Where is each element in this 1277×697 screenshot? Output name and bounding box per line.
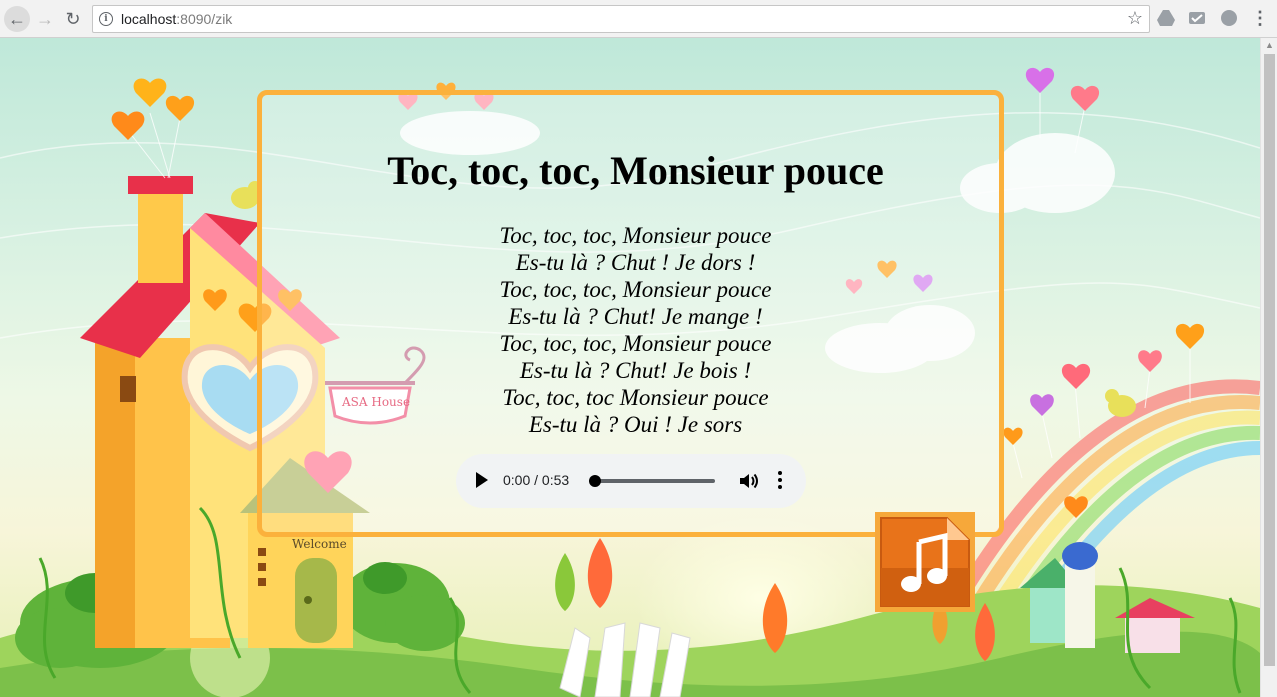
scroll-thumb[interactable] xyxy=(1264,54,1275,666)
lyric-line: Toc, toc, toc Monsieur pouce xyxy=(502,385,769,410)
page-viewport: Welcome ASA House Toc, toc, toc, Monsieu… xyxy=(0,38,1260,697)
url-host: localhost xyxy=(121,11,177,27)
music-file-icon[interactable] xyxy=(875,512,975,612)
lyric-line: Es-tu là ? Chut! Je mange ! xyxy=(508,304,763,329)
forward-arrow-icon[interactable]: → xyxy=(32,6,58,32)
url-path: :8090/zik xyxy=(176,11,233,27)
play-icon[interactable] xyxy=(476,472,488,488)
lyric-line: Toc, toc, toc, Monsieur pouce xyxy=(499,223,772,248)
url-text[interactable]: localhost:8090/zik xyxy=(121,11,232,27)
more-options-icon[interactable] xyxy=(778,471,782,491)
scroll-up-arrow-icon[interactable]: ▲ xyxy=(1265,40,1274,50)
reload-icon[interactable]: ↻ xyxy=(60,6,86,32)
lyric-line: Es-tu là ? Oui ! Je sors xyxy=(528,412,743,437)
lyrics-block: Toc, toc, toc, Monsieur pouce Es-tu là ?… xyxy=(262,222,1009,438)
browser-toolbar: ← → ↻ i localhost:8090/zik ☆ ⋮ xyxy=(0,0,1277,38)
chat-icon[interactable] xyxy=(1219,8,1239,28)
info-icon[interactable]: i xyxy=(99,12,113,26)
seek-bar[interactable] xyxy=(589,475,715,487)
star-icon[interactable]: ☆ xyxy=(1127,8,1143,29)
audio-player: 0:00 / 0:53 xyxy=(456,454,806,508)
back-arrow-icon[interactable]: ← xyxy=(4,6,30,32)
lyric-line: Es-tu là ? Chut! Je bois ! xyxy=(519,358,752,383)
drive-icon[interactable] xyxy=(1156,8,1176,28)
lyric-line: Toc, toc, toc, Monsieur pouce xyxy=(499,277,772,302)
volume-icon[interactable] xyxy=(739,472,759,490)
address-bar[interactable]: i localhost:8090/zik ☆ xyxy=(92,5,1150,33)
kebab-menu-icon[interactable]: ⋮ xyxy=(1250,8,1270,28)
vertical-scrollbar[interactable]: ▲ xyxy=(1260,38,1277,697)
lyric-line: Es-tu là ? Chut ! Je dors ! xyxy=(515,250,756,275)
lyric-line: Toc, toc, toc, Monsieur pouce xyxy=(499,331,772,356)
song-title: Toc, toc, toc, Monsieur pouce xyxy=(387,148,884,193)
inbox-icon[interactable] xyxy=(1187,8,1207,28)
seek-knob[interactable] xyxy=(589,475,601,487)
playback-time: 0:00 / 0:53 xyxy=(503,472,570,488)
welcome-sign-text: Welcome xyxy=(292,537,347,551)
